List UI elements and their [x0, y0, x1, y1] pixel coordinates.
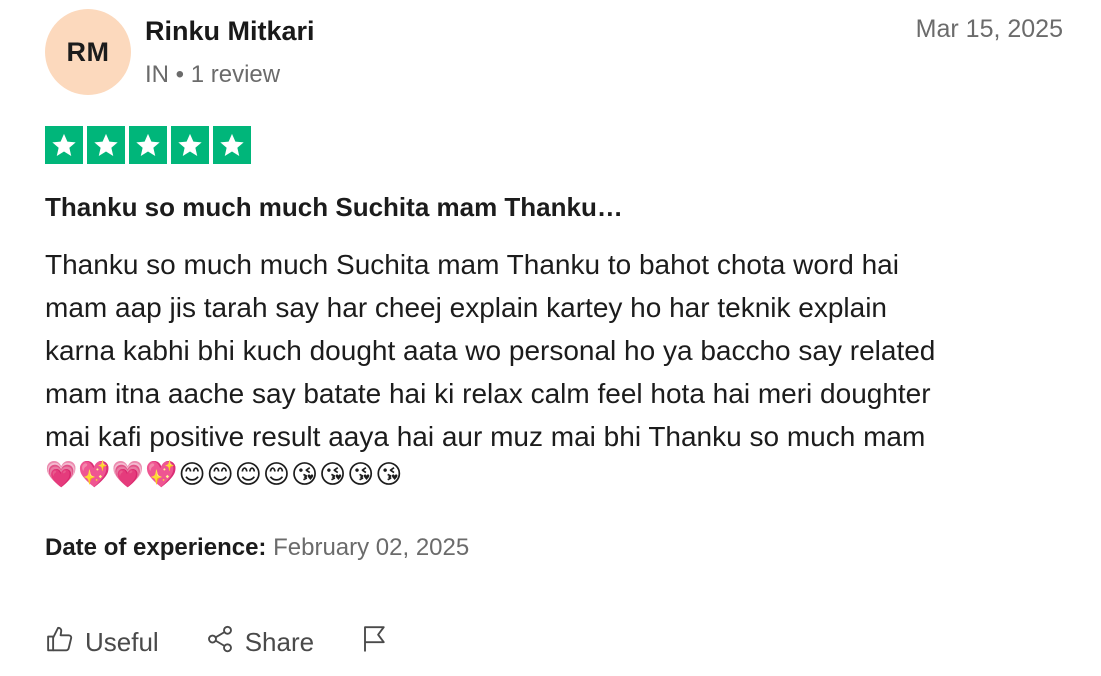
thumbs-up-icon [45, 624, 75, 661]
pink-heart-emoji: 💗 [111, 460, 145, 490]
review-body: Thanku so much much Suchita mam Thanku t… [45, 243, 1075, 458]
review-date: Mar 15, 2025 [915, 15, 1063, 43]
star-icon [213, 126, 251, 164]
report-button[interactable] [360, 624, 390, 661]
pink-heart-emoji: 💗 [45, 460, 78, 490]
star-rating [45, 126, 251, 164]
star-icon [45, 126, 83, 164]
kissing-face-emoji: 😘 [375, 460, 403, 490]
star-icon [171, 126, 209, 164]
experience-label: Date of experience: [45, 534, 267, 561]
share-button[interactable]: Share [205, 624, 314, 661]
reviewer-meta: IN • 1 review [145, 61, 281, 88]
smiling-face-emoji: 😊 [178, 460, 206, 490]
review-body-line: mam itna aache say batate hai ki relax c… [45, 378, 931, 409]
review-body-line: mai kafi positive result aaya hai aur mu… [45, 421, 926, 452]
reviewer-avatar[interactable]: RM [45, 9, 131, 95]
review-body-line: Thanku so much much Suchita mam Thanku t… [45, 249, 899, 280]
kissing-face-emoji: 😘 [347, 460, 375, 490]
reviewer-name[interactable]: Rinku Mitkari [145, 16, 315, 47]
kissing-face-emoji: 😘 [290, 460, 319, 490]
useful-label: Useful [85, 627, 159, 657]
star-icon [87, 126, 125, 164]
useful-button[interactable]: Useful [45, 624, 159, 661]
share-label: Share [244, 627, 315, 657]
flag-icon [360, 624, 390, 661]
date-of-experience: Date of experience: February 02, 2025 [45, 534, 469, 562]
review-title[interactable]: Thanku so much much Suchita mam Thanku… [45, 192, 623, 223]
sparkling-heart-emoji: 💖 [78, 460, 111, 490]
emoji-row: 💗 💖 💗 💖 😊 😊 😊 😊 😘 😘 😘 😘 [45, 458, 402, 492]
share-icon [205, 624, 235, 661]
sparkling-heart-emoji: 💖 [145, 460, 178, 490]
smiling-face-emoji: 😊 [262, 460, 290, 490]
star-icon [129, 126, 167, 164]
review-actions: Useful Share [45, 624, 390, 661]
smiling-face-emoji: 😊 [234, 460, 262, 490]
review-body-line: mam aap jis tarah say har cheej explain … [45, 292, 887, 323]
kissing-face-emoji: 😘 [319, 460, 347, 490]
review-body-line: karna kabhi bhi kuch dought aata wo pers… [45, 335, 936, 366]
smiling-face-emoji: 😊 [206, 460, 234, 490]
experience-value: February 02, 2025 [273, 534, 470, 561]
